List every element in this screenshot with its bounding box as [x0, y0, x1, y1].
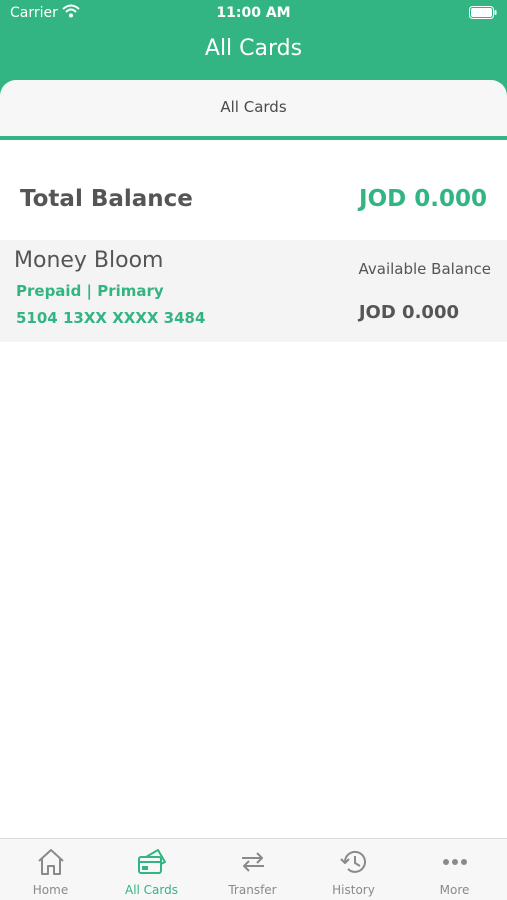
available-balance-value: JOD 0.000 [358, 302, 459, 323]
tab-history[interactable]: History [303, 839, 404, 900]
card-type: Prepaid | Primary [16, 282, 164, 300]
more-icon [443, 859, 467, 865]
card-number: 5104 13XX XXXX 3484 [16, 309, 206, 327]
history-icon [340, 850, 366, 873]
tab-home[interactable]: Home [0, 839, 101, 900]
tab-label: All Cards [124, 883, 178, 897]
card-item[interactable]: Money Bloom Prepaid | Primary 5104 13XX … [0, 240, 507, 342]
tab-label: Home [32, 883, 69, 897]
transfer-icon [242, 852, 264, 872]
status-time: 11:00 AM [216, 5, 291, 21]
available-balance-label: Available Balance [358, 260, 492, 278]
total-balance-value: JOD 0.000 [359, 186, 487, 212]
page-title: All Cards [204, 36, 303, 61]
tab-transfer[interactable]: Transfer [202, 839, 303, 900]
tab-label: More [439, 883, 470, 897]
tab-label: History [332, 883, 375, 897]
card-name: Money Bloom [14, 248, 164, 273]
cards-icon [138, 849, 166, 874]
tab-bar: Home All Cards Transfer History More [0, 838, 507, 900]
battery-icon [469, 6, 497, 19]
home-icon [38, 849, 64, 875]
tab-label: Transfer [228, 883, 277, 897]
segment-all-cards[interactable]: All Cards [0, 80, 507, 136]
tab-all-cards[interactable]: All Cards [101, 839, 202, 900]
status-bar: Carrier 11:00 AM [0, 0, 507, 28]
segment-underline [0, 136, 507, 140]
header: Carrier 11:00 AM All Cards All Cards [0, 0, 507, 140]
total-balance-label: Total Balance [20, 186, 193, 212]
tab-more[interactable]: More [404, 839, 505, 900]
total-balance-row: Total Balance JOD 0.000 [0, 170, 507, 234]
segment-label: All Cards [220, 98, 287, 116]
